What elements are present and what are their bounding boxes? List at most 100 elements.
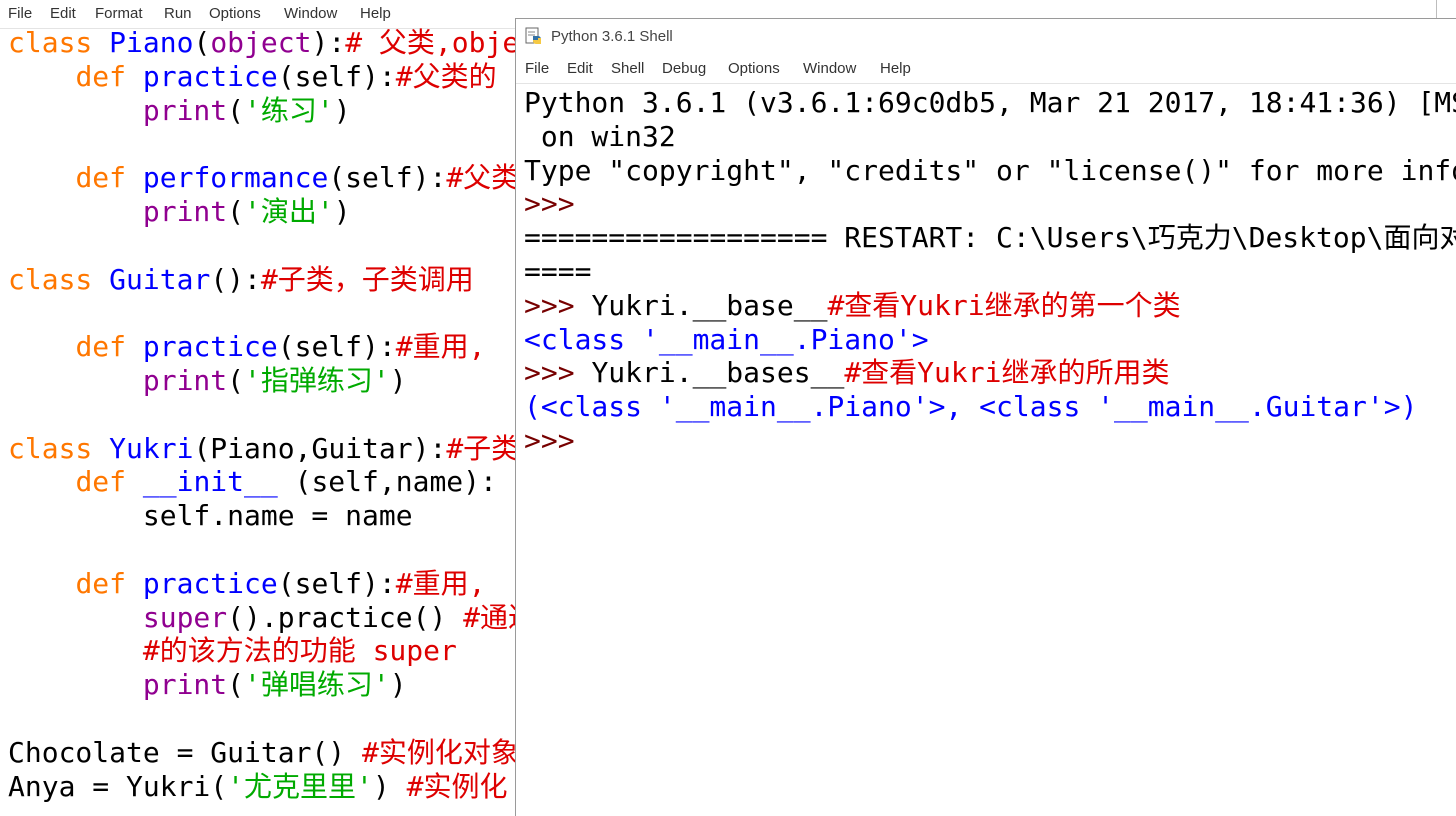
shell-menu-window[interactable]: Window (803, 60, 856, 77)
code-token: on win32 (524, 119, 676, 153)
shell-prompt: >>> (524, 423, 575, 457)
code-token: '尤克里里' (227, 769, 373, 803)
code-token: #重用, (395, 566, 486, 600)
code-token: ( (227, 194, 245, 228)
code-token: (self): (277, 330, 396, 364)
code-token: object (210, 26, 312, 59)
shell-menubar: File Edit Shell Debug Options Window Hel… (516, 55, 1456, 84)
code-token: def (75, 161, 143, 195)
code-token: #实例化 (406, 769, 508, 803)
code-token: (self): (328, 161, 447, 195)
shell-menu-edit[interactable]: Edit (567, 60, 593, 77)
python-shell-icon (525, 27, 541, 44)
shell-line: on win32 (524, 120, 1456, 154)
editor-menu-help[interactable]: Help (360, 5, 391, 22)
code-token: self.name = name (8, 499, 413, 533)
shell-line: (<class '__main__.Piano'>, <class '__mai… (524, 390, 1456, 424)
code-token: '练习' (244, 93, 334, 127)
code-token: ): (311, 26, 346, 59)
code-token: ) (333, 93, 351, 127)
code-token: Guitar (109, 262, 211, 296)
code-token: #子类 (446, 431, 516, 465)
shell-menu-debug[interactable]: Debug (662, 60, 706, 77)
code-token: Python 3.6.1 (v3.6.1:69c0db5, Mar 21 201… (524, 86, 1456, 119)
code-token: (Piano,Guitar): (193, 431, 447, 465)
shell-prompt: >>> (524, 187, 575, 221)
shell-line: >>> (524, 424, 1456, 458)
code-token: #的该方法的功能 super (142, 634, 457, 668)
shell-prompt: >>> (524, 356, 592, 390)
editor-code-area[interactable]: class Piano ( object):# 父类,object def prac… (8, 26, 516, 815)
shell-line: ================== RESTART: C:\Users\巧克力… (524, 221, 1456, 255)
code-token: def (75, 465, 143, 499)
code-token: ) (389, 363, 407, 397)
code-token: ) (333, 194, 351, 228)
code-line: print('练习') (8, 94, 516, 128)
code-token: ) (372, 769, 407, 803)
code-token: Piano (109, 26, 194, 59)
shell-menu-file[interactable]: File (525, 60, 549, 77)
code-token: practice (142, 330, 278, 364)
code-token: class (8, 431, 110, 465)
shell-line: >>> (524, 187, 1456, 221)
shell-menu-help[interactable]: Help (880, 60, 911, 77)
code-token: print (142, 194, 228, 228)
code-token: performance (142, 161, 329, 195)
code-token: print (142, 93, 228, 127)
code-token: '弹唱练习' (244, 668, 390, 702)
editor-menu-file[interactable]: File (8, 5, 32, 22)
code-token: def (75, 330, 143, 364)
shell-menu-options[interactable]: Options (728, 60, 780, 77)
shell-titlebar[interactable]: Python 3.6.1 Shell (516, 19, 1456, 55)
code-line: Anya = Yukri('尤克里里') #实例化 (8, 770, 516, 804)
shell-line: >>> Yukri.__bases__#查看Yukri继承的所用类 (524, 356, 1456, 390)
shell-line: ==== (524, 255, 1456, 289)
editor-menu-run[interactable]: Run (164, 5, 192, 22)
code-token: super (142, 600, 228, 634)
code-token: def (75, 566, 143, 600)
code-line: class Yukri(Piano,Guitar):#子类 (8, 432, 516, 466)
shell-line: Python 3.6.1 (v3.6.1:69c0db5, Mar 21 201… (524, 86, 1456, 120)
code-token: #实例化对象 (362, 735, 516, 769)
shell-menu-shell[interactable]: Shell (611, 60, 644, 77)
code-line: Chocolate = Guitar() #实例化对象 (8, 736, 516, 770)
code-line: def performance(self):#父类 (8, 161, 516, 195)
code-token: Chocolate = Guitar() (8, 735, 363, 769)
code-line: def practice(self):#重用, (8, 567, 516, 601)
shell-output-area[interactable]: Python 3.6.1 (v3.6.1:69c0db5, Mar 21 201… (524, 86, 1456, 816)
shell-line: <class '__main__.Piano'> (524, 323, 1456, 357)
code-token: def (75, 59, 143, 93)
shell-line: >>> Yukri.__base__#查看Yukri继承的第一个类 (524, 289, 1456, 323)
shell-window-title: Python 3.6.1 Shell (551, 28, 673, 45)
code-line: def __init__ (self,name): (8, 465, 516, 499)
shell-window: Python 3.6.1 Shell File Edit Shell Debug… (515, 18, 1456, 816)
code-token: Type "copyright", "credits" or "license(… (524, 153, 1456, 187)
code-token: ==== (524, 254, 592, 288)
code-token: ().practice() (227, 600, 464, 634)
editor-menu-options[interactable]: Options (209, 5, 261, 22)
code-token: ( (227, 363, 245, 397)
editor-menu-window[interactable]: Window (284, 5, 337, 22)
code-token: ================== RESTART: C:\Users\巧克力… (524, 221, 1456, 255)
code-token: ) (389, 668, 407, 702)
code-token: __init__ (142, 465, 278, 499)
code-token: # 父类,object (345, 26, 516, 59)
editor-menu-edit[interactable]: Edit (50, 5, 76, 22)
code-token: class (8, 262, 110, 296)
editor-menu-format[interactable]: Format (95, 5, 143, 22)
code-token: ( (227, 668, 245, 702)
